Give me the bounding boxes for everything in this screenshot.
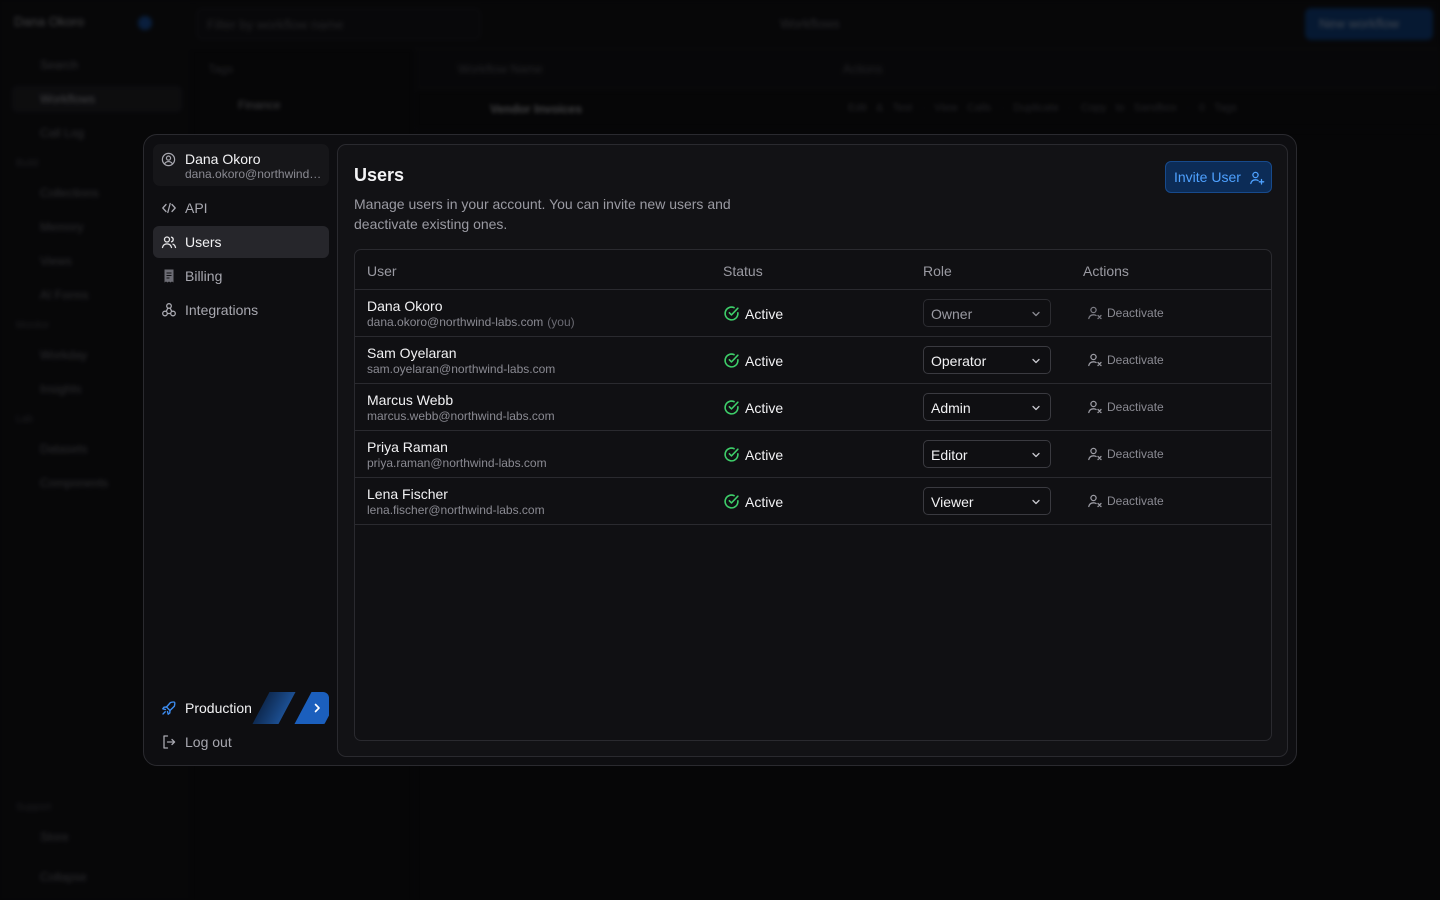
check-circle-icon — [724, 400, 739, 415]
check-circle-icon — [724, 447, 739, 462]
check-circle-icon — [724, 494, 739, 509]
users-table-header: User Status Role Actions — [355, 250, 1271, 290]
status-label: Active — [745, 353, 784, 369]
check-circle-icon — [724, 353, 739, 368]
environment-switcher[interactable]: Production — [153, 692, 329, 724]
profile-card[interactable]: Dana Okoro dana.okoro@northwind-labs.com — [153, 144, 329, 186]
role-value: Owner — [931, 306, 973, 322]
user-email: marcus.webb@northwind-labs.com — [367, 409, 555, 423]
role-value: Operator — [931, 353, 987, 369]
status-label: Active — [745, 400, 784, 416]
environment-stripe — [252, 692, 296, 724]
users-panel: Users Manage users in your account. You … — [337, 144, 1288, 757]
integrations-icon — [162, 303, 176, 317]
profile-name: Dana Okoro — [185, 151, 261, 167]
user-email: sam.oyelaran@northwind-labs.com — [367, 362, 556, 376]
page-title: Users — [354, 165, 405, 185]
deactivate-label: Deactivate — [1107, 400, 1164, 414]
user-x-icon — [1088, 306, 1102, 320]
user-x-icon — [1088, 400, 1102, 414]
settings-nav-api[interactable]: API — [153, 192, 329, 224]
role-select: Owner — [923, 299, 1051, 327]
environment-label: Production — [185, 700, 252, 716]
logout-icon — [163, 735, 176, 749]
role-value: Admin — [931, 400, 971, 416]
invite-user-button[interactable]: Invite User — [1165, 161, 1272, 193]
status-label: Active — [745, 494, 784, 510]
user-plus-icon — [1250, 171, 1265, 185]
chevron-down-icon — [1032, 358, 1040, 364]
settings-nav-integrations-label: Integrations — [185, 302, 259, 318]
status-label: Active — [745, 306, 784, 322]
user-name: Marcus Webb — [367, 392, 454, 408]
user-name: Lena Fischer — [367, 486, 448, 502]
settings-sidebar: Dana Okoro dana.okoro@northwind-labs.com… — [144, 135, 337, 765]
user-name: Priya Raman — [367, 439, 448, 455]
code-icon — [162, 202, 176, 214]
user-email: priya.raman@northwind-labs.com — [367, 456, 547, 470]
table-row: Sam Oyelaran sam.oyelaran@northwind-labs… — [355, 337, 1271, 384]
role-value: Viewer — [931, 494, 974, 510]
chevron-right-icon — [314, 703, 320, 713]
logout-label: Log out — [185, 734, 232, 750]
user-x-icon — [1088, 447, 1102, 461]
check-circle-icon — [724, 306, 739, 321]
user-x-icon — [1088, 353, 1102, 367]
logout-button[interactable]: Log out — [153, 726, 329, 758]
role-select[interactable]: Viewer — [923, 487, 1051, 515]
user-name: Dana Okoro — [367, 298, 443, 314]
you-badge: (you) — [547, 315, 575, 329]
chevron-down-icon — [1032, 311, 1040, 317]
settings-nav-billing[interactable]: Billing — [153, 260, 329, 292]
deactivate-label: Deactivate — [1107, 306, 1164, 320]
page-description: Manage users in your account. You can in… — [354, 196, 731, 232]
user-circle-icon — [161, 152, 176, 167]
chevron-down-icon — [1032, 452, 1040, 458]
user-email: dana.okoro@northwind-labs.com (you) — [367, 315, 575, 329]
invite-user-label: Invite User — [1174, 169, 1241, 185]
chevron-down-icon — [1032, 405, 1040, 411]
column-header-role: Role — [923, 263, 952, 279]
deactivate-label: Deactivate — [1107, 494, 1164, 508]
user-name: Sam Oyelaran — [367, 345, 457, 361]
role-select[interactable]: Admin — [923, 393, 1051, 421]
table-row: Marcus Webb marcus.webb@northwind-labs.c… — [355, 384, 1271, 431]
user-email: lena.fischer@northwind-labs.com — [367, 503, 545, 517]
settings-nav-integrations[interactable]: Integrations — [153, 294, 329, 326]
table-row: Dana Okoro dana.okoro@northwind-labs.com… — [355, 290, 1271, 337]
role-select[interactable]: Operator — [923, 346, 1051, 374]
users-table: User Status Role Actions Dana Okoro dana… — [354, 249, 1272, 741]
chevron-down-icon — [1032, 499, 1040, 505]
column-header-actions: Actions — [1083, 263, 1129, 279]
settings-modal: Dana Okoro dana.okoro@northwind-labs.com… — [143, 134, 1297, 766]
settings-nav-users-label: Users — [185, 234, 222, 250]
column-header-user: User — [367, 263, 397, 279]
profile-email: dana.okoro@northwind-labs.com — [185, 167, 325, 181]
settings-nav-api-label: API — [185, 200, 208, 216]
deactivate-label: Deactivate — [1107, 447, 1164, 461]
user-x-icon — [1088, 494, 1102, 508]
users-icon — [161, 236, 177, 249]
table-row: Lena Fischer lena.fischer@northwind-labs… — [355, 478, 1271, 525]
role-value: Editor — [931, 447, 968, 463]
role-select[interactable]: Editor — [923, 440, 1051, 468]
billing-icon — [164, 269, 174, 283]
table-row: Priya Raman priya.raman@northwind-labs.c… — [355, 431, 1271, 478]
deactivate-label: Deactivate — [1107, 353, 1164, 367]
settings-nav-users[interactable]: Users — [153, 226, 329, 258]
user-email-text: dana.okoro@northwind-labs.com — [367, 315, 544, 329]
settings-nav-billing-label: Billing — [185, 268, 223, 284]
column-header-status: Status — [723, 263, 763, 279]
status-label: Active — [745, 447, 784, 463]
rocket-icon — [162, 701, 176, 715]
